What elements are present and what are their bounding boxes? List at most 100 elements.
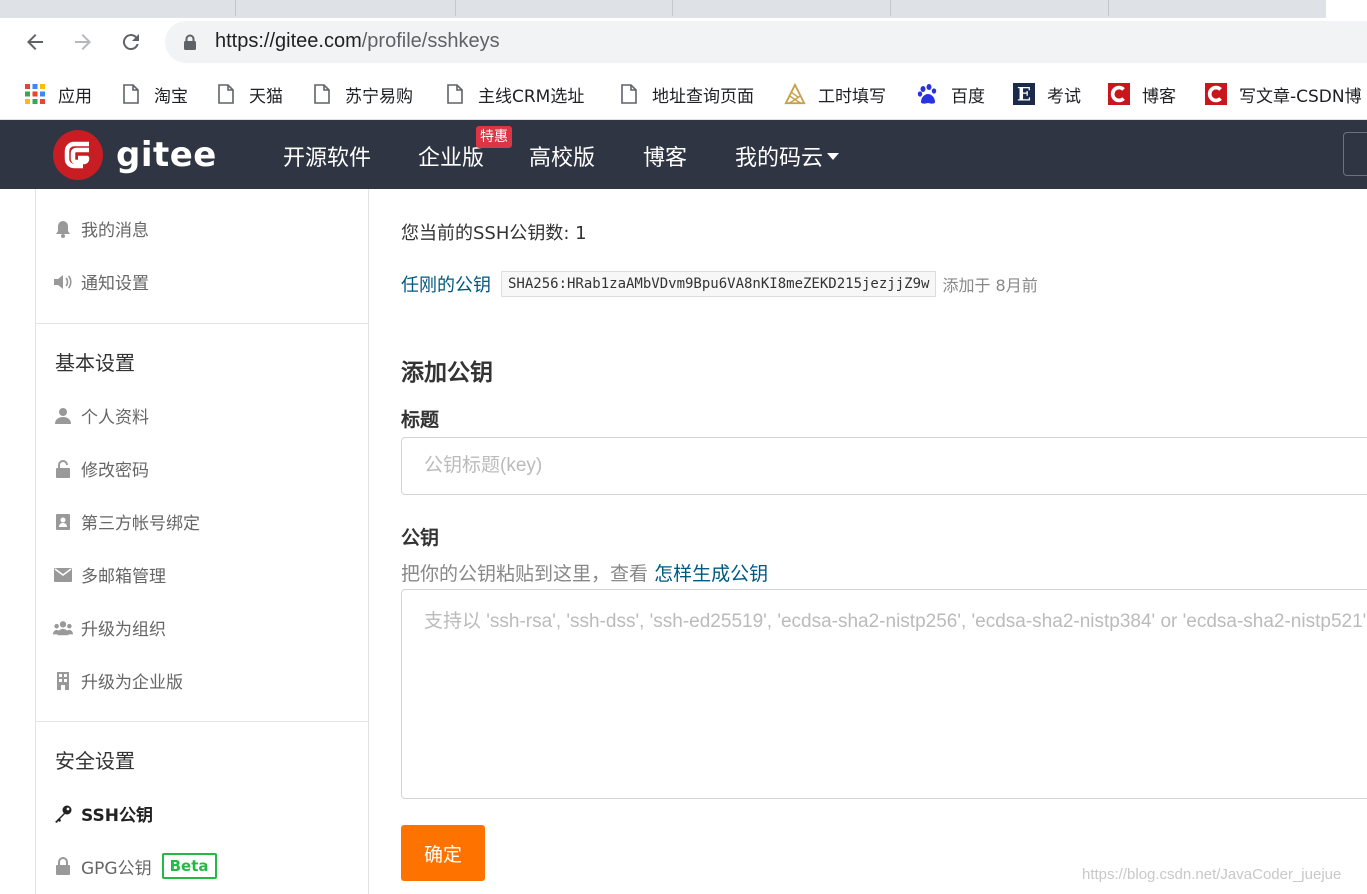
bookmark-label: 天猫 (249, 86, 283, 107)
submit-button[interactable]: 确定 (401, 825, 485, 881)
bookmark-tmall[interactable]: 天猫 (215, 81, 283, 107)
bookmark-label: 淘宝 (154, 86, 188, 107)
ssh-keys-panel: 您当前的SSH公钥数: 1 任刚的公钥 SHA256:HRab1zaAMbVDv… (370, 189, 1367, 894)
key-count-text: 您当前的SSH公钥数: 1 (401, 223, 587, 244)
volume-icon (53, 272, 73, 292)
key-title-input[interactable] (401, 437, 1367, 495)
sidebar-item-gpg-keys[interactable]: GPG公钥 Beta (53, 853, 217, 879)
sidebar-item-change-password[interactable]: 修改密码 (53, 456, 149, 481)
key-name-link[interactable]: 任刚的公钥 (401, 271, 491, 297)
gitee-logo[interactable]: gitee (52, 129, 217, 181)
active-tab[interactable] (1326, 0, 1367, 18)
tab-divider (1108, 0, 1109, 16)
tab-divider (890, 0, 891, 16)
sidebar-item-label: 多邮箱管理 (81, 567, 166, 587)
page-icon (215, 83, 237, 105)
sidebar-item-label: 通知设置 (81, 274, 149, 294)
nav-my-gitee[interactable]: 我的码云 (735, 140, 840, 172)
bookmark-address-query[interactable]: 地址查询页面 (618, 81, 754, 107)
bookmark-apps[interactable]: 应用 (24, 81, 92, 107)
bookmarks-bar: 应用 淘宝 天猫 苏宁易购 主线CRM选址 地址查询页面 工时填写 百度 E 考… (0, 68, 1367, 120)
reload-icon (122, 34, 139, 51)
sidebar-item-label: SSH公钥 (81, 806, 153, 826)
tower-icon (784, 82, 806, 105)
site-header: gitee 开源软件 企业版 特惠 高校版 博客 我的码云 (0, 120, 1367, 189)
existing-key-row: 任刚的公钥 SHA256:HRab1zaAMbVDvm9Bpu6VA8nKI8m… (401, 271, 1038, 297)
nav-my-gitee-label: 我的码云 (735, 146, 824, 171)
bookmark-label: 主线CRM选址 (478, 86, 585, 107)
bell-icon (53, 219, 73, 239)
browser-tab-strip (0, 0, 1367, 18)
title-label: 标题 (401, 409, 440, 431)
bookmark-label: 考试 (1047, 86, 1081, 107)
bookmark-crm[interactable]: 主线CRM选址 (444, 81, 584, 107)
sidebar-item-third-party[interactable]: 第三方帐号绑定 (53, 509, 200, 534)
logo-text: gitee (116, 135, 217, 175)
bookmark-label: 百度 (951, 86, 985, 107)
user-icon (53, 406, 73, 426)
nav-enterprise[interactable]: 企业版 (418, 140, 484, 172)
promo-badge: 特惠 (476, 126, 512, 148)
sidebar-item-emails[interactable]: 多邮箱管理 (53, 562, 166, 587)
beta-badge: Beta (161, 853, 217, 879)
how-to-generate-link[interactable]: 怎样生成公钥 (654, 563, 768, 585)
header-search-input[interactable] (1343, 132, 1367, 176)
page-left-margin (0, 189, 35, 894)
bookmark-label: 写文章-CSDN博 (1239, 86, 1362, 107)
bookmark-label: 地址查询页面 (652, 86, 754, 107)
sidebar-item-messages[interactable]: 我的消息 (53, 216, 149, 241)
nav-blog[interactable]: 博客 (643, 140, 687, 172)
key-fingerprint: SHA256:HRab1zaAMbVDvm9Bpu6VA8nKI8meZEKD2… (501, 271, 937, 297)
sidebar-item-label: 第三方帐号绑定 (81, 514, 200, 534)
page-icon (120, 83, 142, 105)
url-text: https://gitee.com/profile/sshkeys (215, 30, 500, 52)
address-bar[interactable]: https://gitee.com/profile/sshkeys (165, 21, 1367, 63)
bookmark-taobao[interactable]: 淘宝 (120, 81, 188, 107)
security-settings-heading: 安全设置 (55, 749, 135, 773)
users-icon (53, 618, 73, 638)
forward-button[interactable] (68, 27, 98, 57)
gitee-logo-icon (53, 130, 103, 180)
sidebar-item-label: GPG公钥 (81, 858, 152, 879)
bookmark-blog[interactable]: 博客 (1108, 81, 1176, 107)
contact-book-icon (53, 512, 73, 532)
building-icon (53, 671, 73, 691)
key-hint-text: 把你的公钥粘贴到这里，查看 (401, 563, 649, 585)
nav-education[interactable]: 高校版 (529, 140, 595, 172)
sidebar-item-notify-settings[interactable]: 通知设置 (53, 269, 149, 294)
tab-divider (672, 0, 673, 16)
baidu-paw-icon (917, 83, 939, 105)
tab-divider (455, 0, 456, 16)
watermark: https://blog.csdn.net/JavaCoder_juejue (1082, 866, 1342, 883)
sidebar-item-label: 个人资料 (81, 408, 149, 428)
bookmark-csdn-write[interactable]: 写文章-CSDN博 (1205, 81, 1362, 107)
sidebar-item-label: 修改密码 (81, 461, 149, 481)
bookmark-label: 应用 (58, 86, 92, 107)
arrow-left-icon (27, 34, 43, 50)
key-label: 公钥 (401, 527, 440, 549)
sidebar-item-profile[interactable]: 个人资料 (53, 403, 149, 428)
sidebar-item-label: 升级为组织 (81, 620, 166, 640)
bookmark-timesheet[interactable]: 工时填写 (784, 81, 886, 107)
sidebar-divider (36, 721, 369, 722)
back-button[interactable] (20, 27, 50, 57)
bookmark-label: 博客 (1142, 86, 1176, 107)
sidebar-item-ssh-keys[interactable]: SSH公钥 (53, 801, 153, 826)
reload-button[interactable] (116, 27, 146, 57)
envelope-icon (53, 565, 73, 585)
bookmark-exam[interactable]: E 考试 (1013, 81, 1081, 107)
csdn-c-icon (1205, 83, 1227, 105)
nav-open-source[interactable]: 开源软件 (283, 140, 371, 172)
bookmark-label: 苏宁易购 (345, 86, 413, 107)
bookmark-suning[interactable]: 苏宁易购 (311, 81, 413, 107)
browser-toolbar: https://gitee.com/profile/sshkeys (0, 18, 1367, 68)
key-added-time: 添加于 8月前 (942, 276, 1038, 295)
lock-icon (184, 34, 196, 50)
bookmark-baidu[interactable]: 百度 (917, 81, 985, 107)
public-key-textarea[interactable] (401, 589, 1367, 799)
e-logo-icon: E (1013, 83, 1035, 105)
sidebar-item-upgrade-enterprise[interactable]: 升级为企业版 (53, 668, 183, 693)
lock-open-icon (53, 459, 73, 479)
sidebar-item-upgrade-org[interactable]: 升级为组织 (53, 615, 166, 640)
add-key-heading: 添加公钥 (401, 360, 493, 386)
